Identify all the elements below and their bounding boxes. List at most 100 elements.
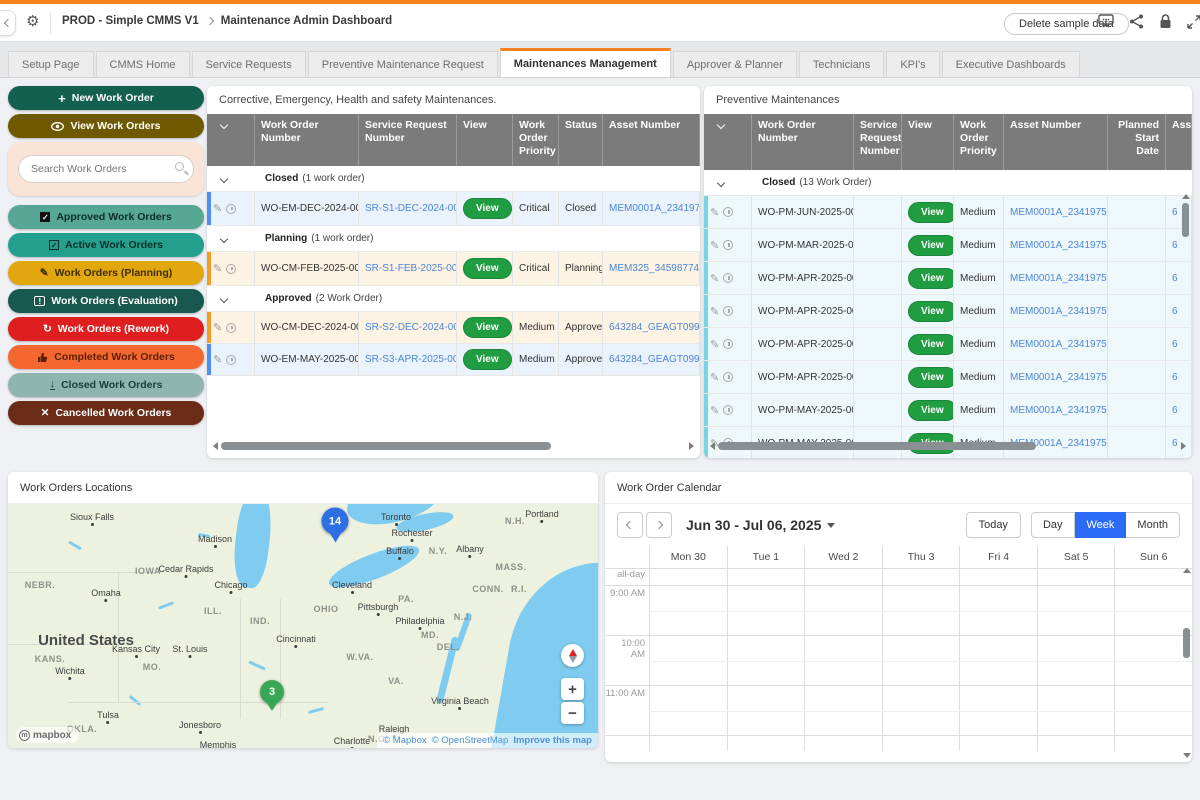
history-icon[interactable] <box>723 306 733 316</box>
view-work-orders-button[interactable]: View Work Orders <box>8 114 204 138</box>
search-input[interactable] <box>18 155 194 183</box>
horizontal-scrollbar[interactable] <box>710 442 1186 450</box>
history-icon[interactable] <box>723 372 733 382</box>
table-row[interactable]: ✎ WO-CM-FEB-2025-0001 SR-S1-FEB-2025-000… <box>207 252 700 286</box>
week-view-button[interactable]: Week <box>1075 512 1127 538</box>
col-status[interactable]: Status <box>559 114 603 166</box>
completed-work-orders-button[interactable]: Completed Work Orders <box>8 345 204 369</box>
tab-preventive-maintenance-request[interactable]: Preventive Maintenance Request <box>308 51 498 77</box>
table-row[interactable]: ✎WO-PM-APR-2025-0002ViewMediumMEM0001A_2… <box>704 295 1192 328</box>
view-button[interactable]: View <box>908 235 954 256</box>
month-view-button[interactable]: Month <box>1126 512 1180 538</box>
col-service-request-number[interactable]: Service Request Number <box>854 114 902 170</box>
col-service-request-number[interactable]: Service Request Number <box>359 114 457 166</box>
view-button[interactable]: View <box>908 202 954 223</box>
today-button[interactable]: Today <box>966 512 1021 538</box>
scroll-down-icon[interactable] <box>1183 753 1191 758</box>
horizontal-scrollbar[interactable] <box>213 442 694 450</box>
edit-icon[interactable]: ✎ <box>710 272 719 285</box>
asset-link[interactable]: MEM0001A_2341975009 <box>603 192 700 225</box>
chevron-down-icon[interactable] <box>717 121 725 129</box>
all-day-cell[interactable] <box>1114 569 1192 585</box>
breadcrumb-product[interactable]: PROD - Simple CMMS V1 <box>62 15 199 27</box>
service-request-link[interactable]: SR-S1-DEC-2024-0001 <box>359 192 457 225</box>
cancelled-work-orders-button[interactable]: ✕Cancelled Work Orders <box>8 401 204 425</box>
calendar-next-button[interactable] <box>646 512 672 538</box>
view-button[interactable]: View <box>463 349 512 370</box>
calendar-range-dropdown[interactable]: Jun 30 - Jul 06, 2025 <box>686 517 835 533</box>
table-row[interactable]: ✎WO-PM-MAY-2025-0002ViewMediumMEM0001A_2… <box>704 394 1192 427</box>
history-icon[interactable] <box>226 264 236 274</box>
scroll-left-icon[interactable] <box>213 442 218 450</box>
group-row-planning[interactable]: Planning(1 work order) <box>207 226 700 252</box>
view-button[interactable]: View <box>463 317 512 338</box>
vertical-scrollbar[interactable] <box>1182 568 1191 758</box>
history-icon[interactable] <box>723 273 733 283</box>
col-view[interactable]: View <box>902 114 954 170</box>
table-row[interactable]: ✎WO-PM-APR-2025-0003ViewMediumMEM0001A_2… <box>704 328 1192 361</box>
collapse-nav-button[interactable] <box>0 10 16 36</box>
history-icon[interactable] <box>226 355 236 365</box>
group-row-closed[interactable]: Closed(1 work order) <box>207 166 700 192</box>
edit-icon[interactable]: ✎ <box>213 202 222 215</box>
asset-link[interactable]: 643284_GEAGT09915 <box>603 312 700 343</box>
all-day-cell[interactable] <box>882 569 960 585</box>
time-slot[interactable] <box>804 736 882 751</box>
service-request-link[interactable]: SR-S3-APR-2025-0001 <box>359 344 457 375</box>
edit-icon[interactable]: ✎ <box>710 404 719 417</box>
tab-maintenances-management[interactable]: Maintenances Management <box>500 48 671 77</box>
service-request-link[interactable]: SR-S1-FEB-2025-0001 <box>359 252 457 285</box>
edit-icon[interactable]: ✎ <box>213 353 222 366</box>
table-row[interactable]: ✎WO-PM-MAR-2025-0002ViewMediumMEM0001A_2… <box>704 229 1192 262</box>
map-cluster-marker-3[interactable]: 3 <box>260 680 284 704</box>
improve-map-link[interactable]: Improve this map <box>513 735 592 746</box>
table-row[interactable]: ✎ WO-CM-DEC-2024-0002 SR-S2-DEC-2024-000… <box>207 312 700 344</box>
col-priority[interactable]: Work Order Priority <box>954 114 1004 170</box>
edit-icon[interactable]: ✎ <box>213 321 222 334</box>
all-day-cell[interactable] <box>727 569 805 585</box>
view-button[interactable]: View <box>908 334 954 355</box>
asset-link[interactable]: MEM0001A_2341975009 <box>1004 394 1108 426</box>
tab-kpis[interactable]: KPI's <box>886 51 939 77</box>
asset-link[interactable]: MEM0001A_2341975009 <box>1004 361 1108 393</box>
calendar-grid[interactable]: Mon 30 Tue 1 Wed 2 Thu 3 Fri 4 Sat 5 Sun… <box>605 546 1192 762</box>
view-button[interactable]: View <box>463 258 512 279</box>
time-slot[interactable] <box>649 736 727 751</box>
all-day-cell[interactable] <box>649 569 727 585</box>
approved-work-orders-button[interactable]: ✓Approved Work Orders <box>8 205 204 229</box>
scroll-right-icon[interactable] <box>1181 442 1186 450</box>
view-button[interactable]: View <box>908 367 954 388</box>
compass-control[interactable] <box>561 644 584 667</box>
edit-icon[interactable]: ✎ <box>710 239 719 252</box>
asset-link[interactable]: MEM0001A_2341975009 <box>1004 196 1108 228</box>
history-icon[interactable] <box>226 204 236 214</box>
scroll-up-icon[interactable] <box>1183 568 1191 573</box>
asset-link[interactable]: MEM0001A_2341975009 <box>1004 229 1108 261</box>
time-slot[interactable] <box>1037 736 1115 751</box>
share-icon[interactable] <box>1129 14 1144 29</box>
tab-cmms-home[interactable]: CMMS Home <box>96 51 190 77</box>
asset-link[interactable]: MEM0001A_2341975009 <box>1004 328 1108 360</box>
time-slot[interactable] <box>959 736 1037 751</box>
all-day-cell[interactable] <box>804 569 882 585</box>
table-row[interactable]: ✎ WO-EM-DEC-2024-0001 SR-S1-DEC-2024-000… <box>207 192 700 226</box>
zoom-out-button[interactable]: − <box>561 702 584 724</box>
active-work-orders-button[interactable]: ✓Active Work Orders <box>8 233 204 257</box>
vertical-scrollbar[interactable] <box>1181 194 1190 458</box>
table-row[interactable]: ✎WO-PM-JUN-2025-0001ViewMediumMEM0001A_2… <box>704 196 1192 229</box>
tab-service-requests[interactable]: Service Requests <box>192 51 306 77</box>
view-button[interactable]: View <box>463 198 512 219</box>
time-slot[interactable] <box>882 736 960 751</box>
time-slot[interactable] <box>1114 736 1192 751</box>
scrollbar-thumb[interactable] <box>718 442 1036 450</box>
map-cluster-marker-14[interactable]: 14 <box>322 508 349 535</box>
table-row[interactable]: ✎ WO-EM-MAY-2025-0001 SR-S3-APR-2025-000… <box>207 344 700 376</box>
day-view-button[interactable]: Day <box>1031 512 1075 538</box>
group-row-closed[interactable]: Closed(13 Work Order) <box>704 170 1192 196</box>
new-work-order-button[interactable]: +New Work Order <box>8 86 204 110</box>
edit-icon[interactable]: ✎ <box>710 338 719 351</box>
scrollbar-thumb[interactable] <box>221 442 551 450</box>
tab-setup-page[interactable]: Setup Page <box>8 51 94 77</box>
view-button[interactable]: View <box>908 301 954 322</box>
mapbox-logo[interactable]: mmapbox <box>16 727 79 743</box>
